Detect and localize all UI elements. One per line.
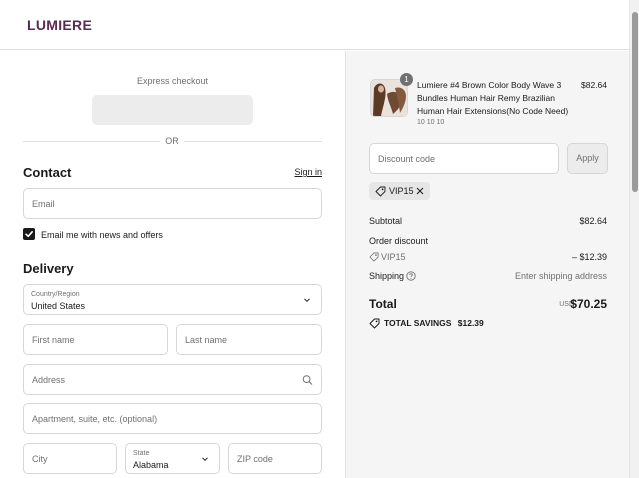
- checkout-form-panel: Express checkout OR Contact Sign in Emai…: [0, 51, 345, 478]
- order-summary-panel: 1 Lumiere #4 Brown Color Body Wave 3 Bun…: [345, 51, 629, 478]
- search-icon: [302, 374, 313, 385]
- quantity-badge: 1: [400, 73, 413, 86]
- tag-icon: [369, 318, 380, 329]
- apartment-placeholder: Apartment, suite, etc. (optional): [32, 413, 158, 424]
- address-placeholder: Address: [32, 374, 66, 385]
- close-icon[interactable]: [416, 187, 424, 195]
- header: LUMIERE: [0, 0, 629, 50]
- contact-heading: Contact: [23, 165, 72, 180]
- sign-in-link[interactable]: Sign in: [294, 167, 322, 177]
- product-variant: 10 10 10: [417, 119, 445, 126]
- country-select[interactable]: Country/Region United States: [23, 284, 322, 315]
- email-placeholder: Email: [32, 198, 55, 209]
- savings-text: TOTAL SAVINGS $12.39: [384, 318, 484, 328]
- state-value: Alabama: [133, 460, 169, 470]
- country-value: United States: [31, 301, 86, 311]
- shipping-label: Shipping: [369, 271, 405, 281]
- address-field[interactable]: Address: [23, 364, 322, 395]
- chevron-down-icon: [202, 456, 208, 461]
- scrollbar-thumb[interactable]: [632, 12, 638, 192]
- zip-placeholder: ZIP code: [237, 453, 273, 464]
- product-photo-icon: [371, 80, 407, 116]
- email-field[interactable]: Email: [23, 188, 322, 219]
- subtotal-value: $82.64: [579, 216, 607, 226]
- discount-placeholder: Discount code: [378, 154, 436, 164]
- savings-value: $12.39: [457, 318, 484, 328]
- newsletter-checkbox[interactable]: [23, 228, 35, 240]
- apply-button[interactable]: Apply: [567, 143, 608, 174]
- express-checkout-button[interactable]: [92, 95, 253, 125]
- or-separator: OR: [160, 136, 184, 146]
- order-discount-label: Order discount: [369, 236, 429, 246]
- delivery-heading: Delivery: [23, 261, 74, 276]
- first-name-placeholder: First name: [32, 334, 75, 345]
- express-checkout-title: Express checkout: [136, 76, 209, 86]
- product-title: Lumiere #4 Brown Color Body Wave 3 Bundl…: [417, 80, 569, 116]
- discount-code-field[interactable]: Discount code: [369, 143, 559, 174]
- city-placeholder: City: [32, 453, 48, 464]
- country-label: Country/Region: [31, 291, 80, 298]
- page-scrollbar[interactable]: [629, 0, 639, 478]
- subtotal-label: Subtotal: [369, 216, 403, 226]
- chevron-down-icon: [304, 297, 310, 302]
- applied-code-text: VIP15: [389, 186, 414, 196]
- city-field[interactable]: City: [23, 443, 117, 474]
- help-icon[interactable]: [406, 271, 416, 281]
- tag-icon: [375, 186, 386, 197]
- total-label: Total: [369, 297, 397, 311]
- last-name-field[interactable]: Last name: [176, 324, 322, 355]
- product-price: $82.64: [581, 80, 607, 90]
- discount-value: – $12.39: [571, 252, 607, 262]
- apartment-field[interactable]: Apartment, suite, etc. (optional): [23, 403, 322, 434]
- brand-logo[interactable]: LUMIERE: [27, 17, 92, 33]
- state-label: State: [133, 450, 150, 457]
- last-name-placeholder: Last name: [185, 334, 228, 345]
- tag-icon: [369, 252, 379, 262]
- state-select[interactable]: State Alabama: [125, 443, 220, 474]
- total-value: $70.25: [570, 297, 607, 311]
- shipping-value: Enter shipping address: [514, 271, 607, 281]
- zip-field[interactable]: ZIP code: [228, 443, 322, 474]
- applied-discount-chip: VIP15: [369, 182, 430, 200]
- savings-label: TOTAL SAVINGS: [384, 318, 452, 328]
- newsletter-label: Email me with news and offers: [41, 230, 163, 240]
- checkmark-icon: [25, 231, 33, 238]
- discount-code-name: VIP15: [381, 252, 406, 262]
- first-name-field[interactable]: First name: [23, 324, 168, 355]
